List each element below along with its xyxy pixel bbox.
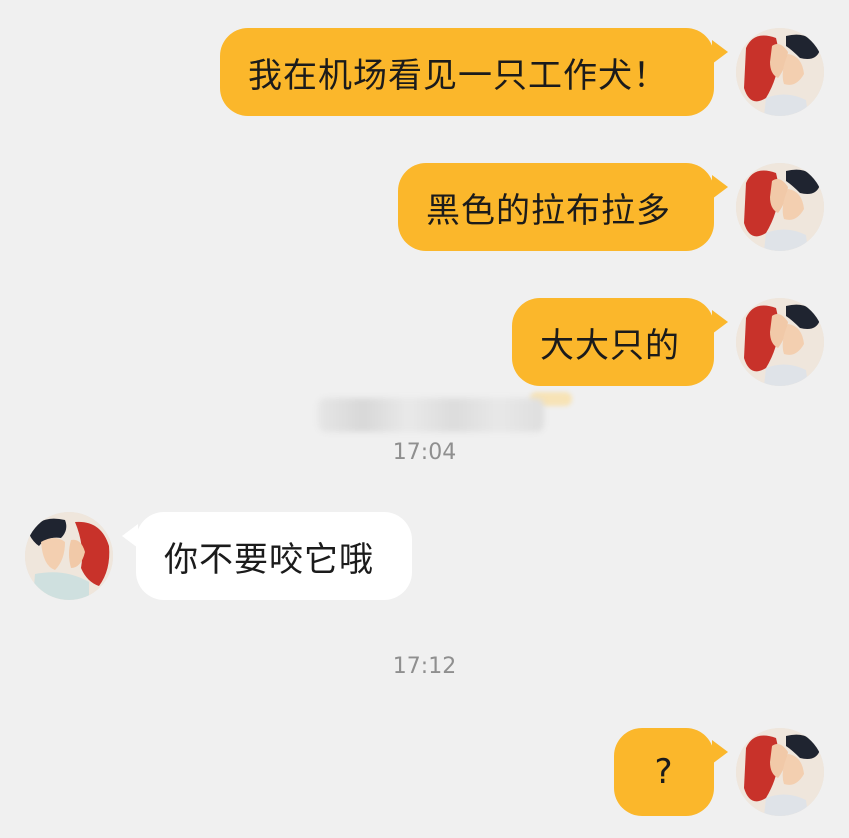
self-avatar[interactable] <box>736 163 824 251</box>
self-avatar[interactable] <box>736 28 824 116</box>
bubble-tail <box>712 40 728 64</box>
bubble-tail <box>712 310 728 334</box>
message-bubble-outgoing[interactable]: 黑色的拉布拉多 <box>398 163 714 251</box>
message-text: 黑色的拉布拉多 <box>426 190 671 231</box>
avatar-icon <box>736 728 824 816</box>
bubble-tail <box>712 175 728 199</box>
self-avatar[interactable] <box>736 728 824 816</box>
message-bubble-outgoing[interactable]: 我在机场看见一只工作犬！ <box>220 28 714 116</box>
self-avatar[interactable] <box>736 298 824 386</box>
message-bubble-outgoing[interactable]: ? <box>614 728 714 816</box>
timestamp: 17:04 <box>392 440 457 465</box>
message-text: ? <box>654 752 674 792</box>
avatar-icon <box>736 28 824 116</box>
message-bubble-outgoing[interactable]: 大大只的 <box>512 298 714 386</box>
blurred-region <box>318 398 544 432</box>
bubble-tail <box>712 740 728 764</box>
avatar-icon <box>736 298 824 386</box>
avatar-icon <box>25 512 113 600</box>
contact-avatar[interactable] <box>25 512 113 600</box>
timestamp: 17:12 <box>392 654 457 679</box>
message-text: 大大只的 <box>540 325 680 366</box>
message-text: 我在机场看见一只工作犬！ <box>248 55 668 96</box>
avatar-icon <box>736 163 824 251</box>
message-bubble-incoming[interactable]: 你不要咬它哦 <box>136 512 412 600</box>
message-text: 你不要咬它哦 <box>164 539 374 580</box>
